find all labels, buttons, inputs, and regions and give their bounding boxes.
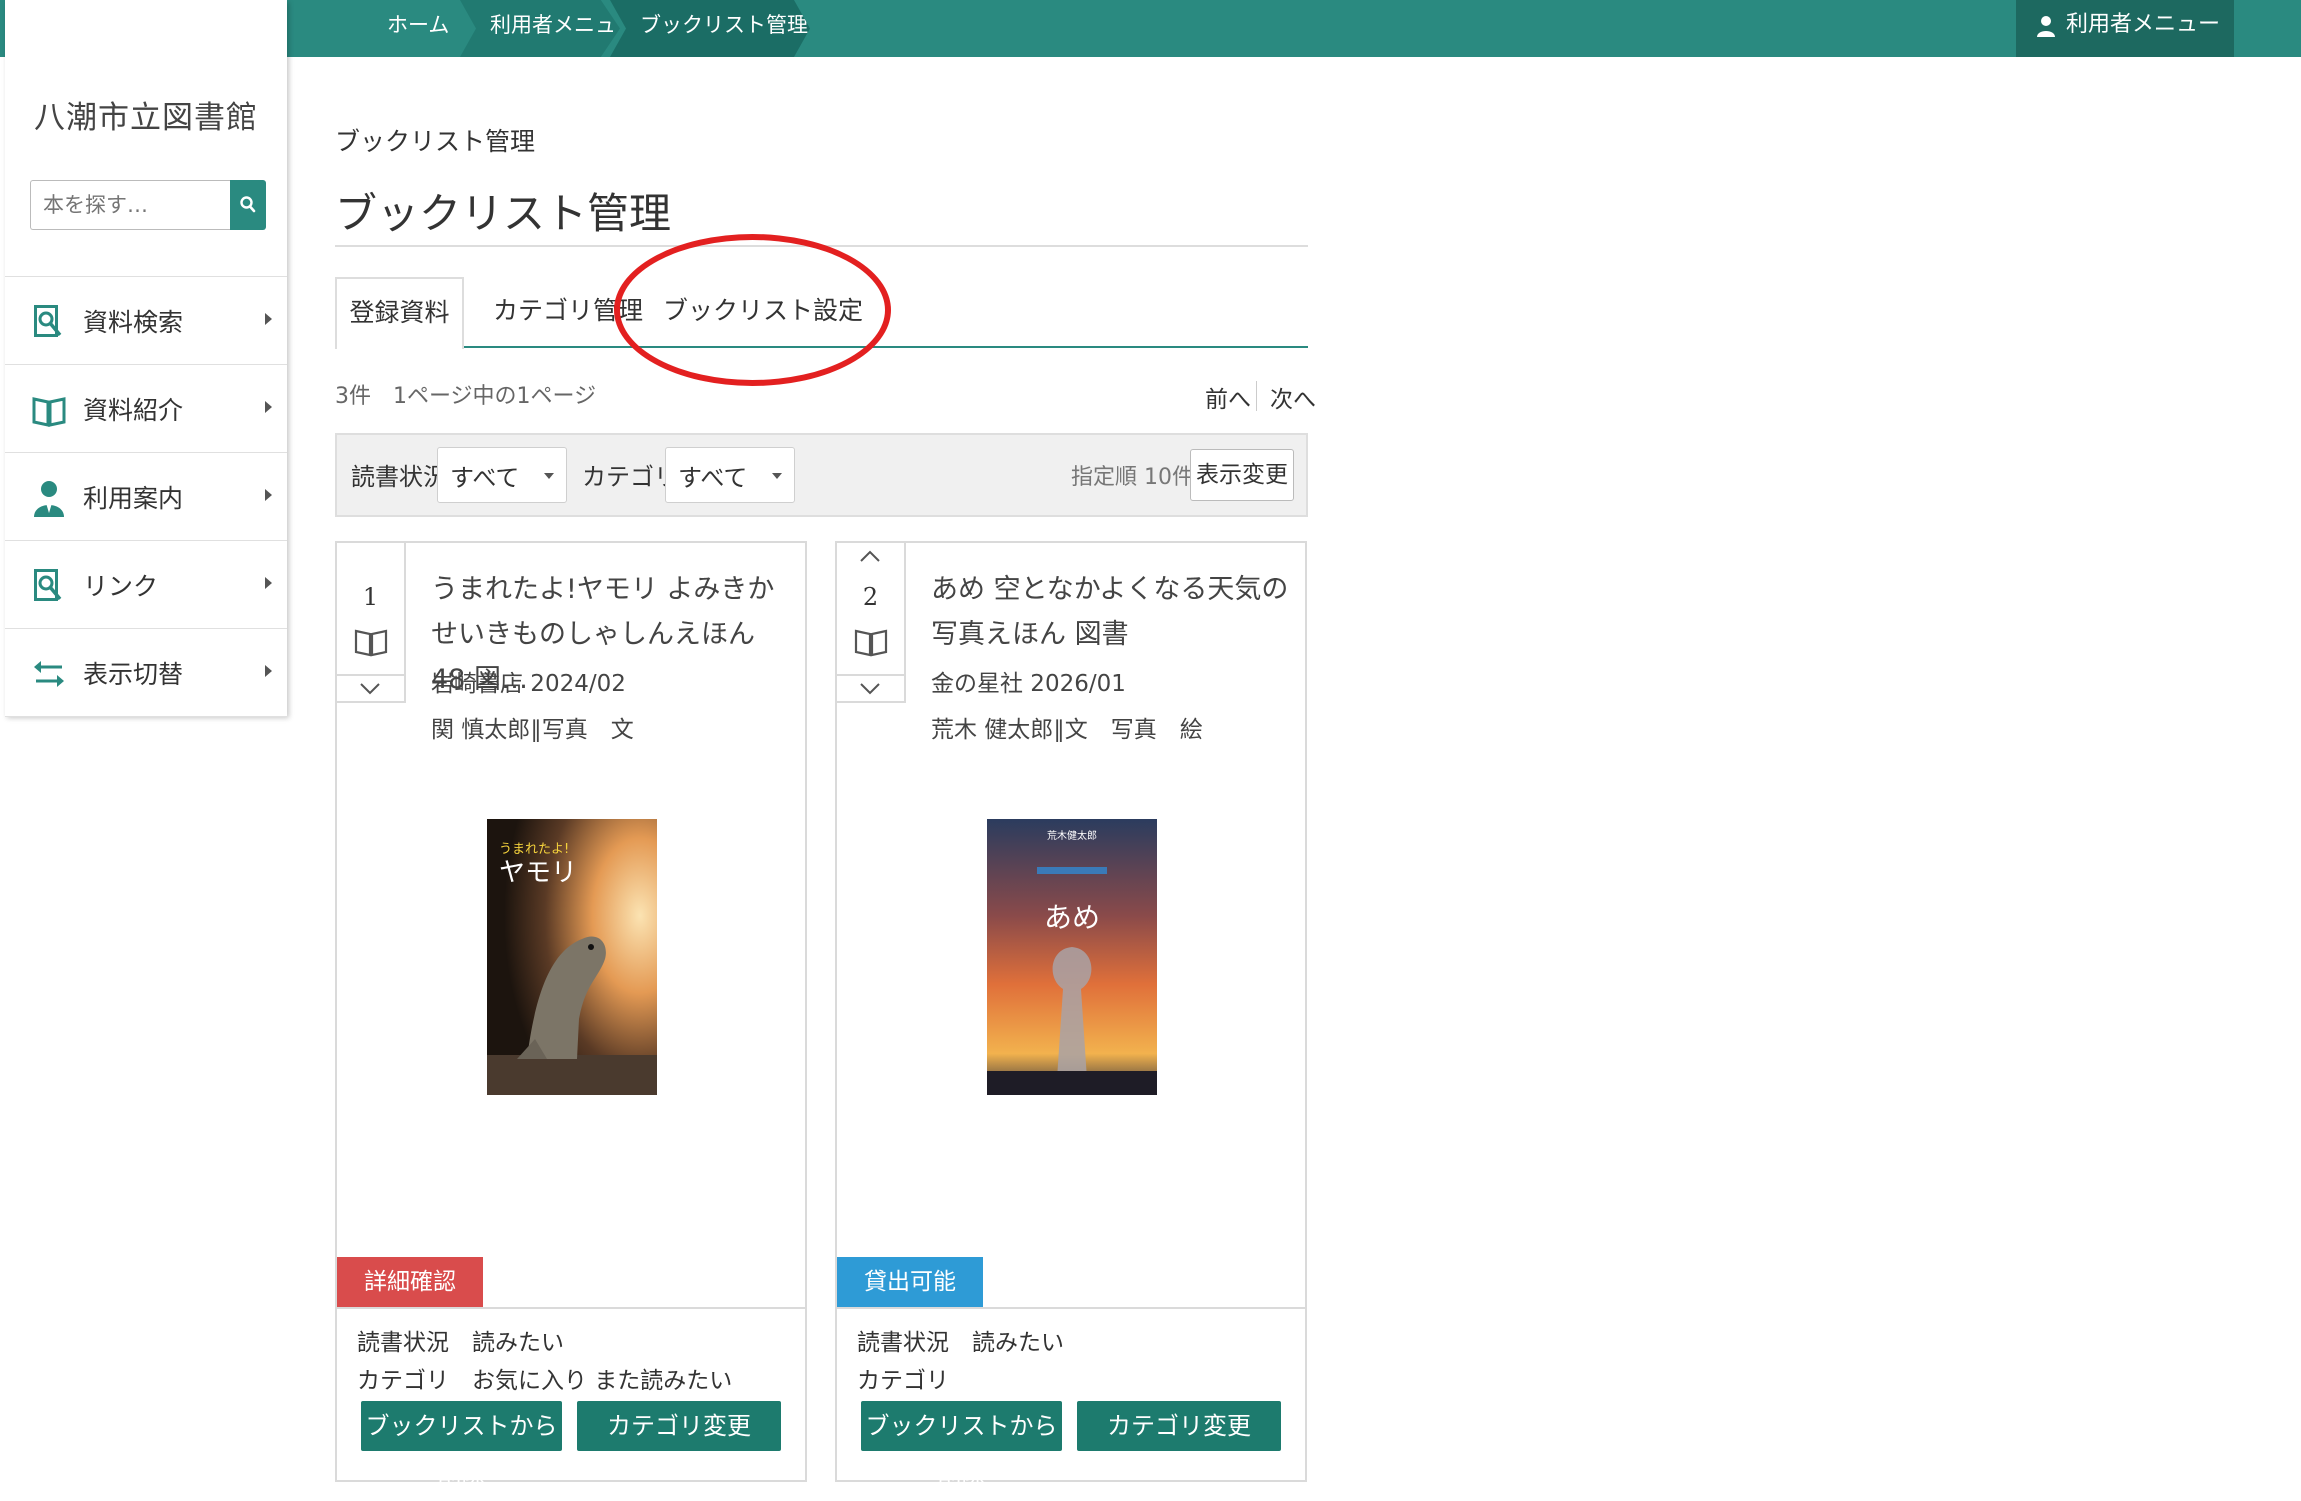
book-author: 荒木 健太郎∥文 写真 絵 xyxy=(931,717,1203,743)
chevron-right-icon xyxy=(265,665,272,677)
sidebar-item-links[interactable]: リンク xyxy=(5,541,287,629)
reading-status-label: 読書状況 xyxy=(351,463,447,491)
book-cover-image[interactable]: 荒木健太郎 あめ xyxy=(987,819,1157,1095)
sidebar-item-label: 資料検索 xyxy=(83,308,184,337)
breadcrumb-home[interactable]: ホーム xyxy=(387,0,449,50)
reading-status-value: すべて xyxy=(450,464,520,492)
sort-info[interactable]: 指定順 10件 xyxy=(1071,459,1194,491)
reading-status-text: 読書状況 読みたい xyxy=(857,1330,1064,1356)
remove-from-booklist-button[interactable]: ブックリストから削除 xyxy=(861,1401,1062,1490)
filter-bar: 読書状況 すべて カテゴリ すべて 指定順 10件 表示変更 xyxy=(335,433,1308,517)
breadcrumb-booklist[interactable]: ブックリスト管理 xyxy=(610,0,810,57)
user-icon xyxy=(2037,16,2055,37)
move-down-button[interactable] xyxy=(337,674,404,703)
chevron-down-icon xyxy=(544,473,554,479)
book-title-link[interactable]: あめ 空となかよくなる天気の写真えほん 図書 xyxy=(931,567,1291,657)
change-category-button[interactable]: カテゴリ変更 xyxy=(577,1401,781,1451)
library-name[interactable]: 八潮市立図書館 xyxy=(5,92,287,137)
cover-author: 荒木健太郎 xyxy=(1047,829,1097,842)
breadcrumb-user-menu[interactable]: 利用者メニュー xyxy=(460,0,620,57)
change-category-button[interactable]: カテゴリ変更 xyxy=(1077,1401,1281,1451)
chevron-right-icon xyxy=(265,401,272,413)
chevron-right-icon xyxy=(265,313,272,325)
sidebar-item-introduction[interactable]: 資料紹介 xyxy=(5,365,287,453)
remove-from-booklist-button[interactable]: ブックリストから削除 xyxy=(361,1401,562,1490)
chevron-right-icon xyxy=(265,489,272,501)
sidebar-item-search[interactable]: 資料検索 xyxy=(5,277,287,365)
annotation-circle xyxy=(614,234,891,386)
item-number: 1 xyxy=(362,583,379,611)
page-breadcrumb: ブックリスト管理 xyxy=(335,127,536,156)
swap-arrows-icon xyxy=(34,661,64,687)
book-card: 1 うまれたよ!ヤモリ よみきかせいきものしゃしんえほん 48 図… 岩崎書店 … xyxy=(335,541,807,1490)
order-column: 1 xyxy=(337,543,406,703)
cover-subtitle: うまれたよ! xyxy=(499,842,569,857)
open-book-icon[interactable] xyxy=(354,627,388,657)
sidebar: 八潮市立図書館 資料検索 資料紹介 xyxy=(5,0,287,717)
view-change-button[interactable]: 表示変更 xyxy=(1190,449,1294,501)
tab-registered-items[interactable]: 登録資料 xyxy=(335,277,464,349)
sidebar-item-display-toggle[interactable]: 表示切替 xyxy=(5,629,287,717)
pager-divider xyxy=(1256,381,1257,411)
item-number: 2 xyxy=(862,583,879,611)
sidebar-menu: 資料検索 資料紹介 利用案内 リンク 表示切替 xyxy=(5,276,287,717)
chevron-up-icon[interactable] xyxy=(859,549,881,563)
book-search-icon xyxy=(34,305,62,337)
chevron-right-icon xyxy=(265,577,272,589)
user-menu-button[interactable]: 利用者メニュー xyxy=(2016,0,2234,57)
open-book-icon[interactable] xyxy=(854,627,888,657)
result-count: 3件 1ページ中の1ページ xyxy=(335,384,597,409)
next-page-link[interactable]: 次へ xyxy=(1270,380,1316,414)
chevron-down-icon xyxy=(772,473,782,479)
chevron-down-icon xyxy=(860,683,880,695)
category-filter-label: カテゴリ xyxy=(582,463,678,491)
reading-status-text: 読書状況 読みたい xyxy=(357,1330,564,1356)
reading-status-select[interactable]: すべて xyxy=(437,447,567,503)
chevron-down-icon xyxy=(360,683,380,695)
book-author: 関 慎太郎∥写真 文 xyxy=(431,717,634,743)
sidebar-item-guide[interactable]: 利用案内 xyxy=(5,453,287,541)
user-menu-label: 利用者メニュー xyxy=(2066,12,2221,37)
book-publisher-date: 岩崎書店 2024/02 xyxy=(431,671,626,697)
person-icon xyxy=(34,481,64,517)
cover-title: ヤモリ xyxy=(499,858,577,888)
prev-page-link[interactable]: 前へ xyxy=(1205,380,1251,414)
sidebar-item-label: 利用案内 xyxy=(83,484,184,513)
book-search-icon xyxy=(34,569,62,601)
info-divider xyxy=(837,1307,1305,1309)
book-card: 2 あめ 空となかよくなる天気の写真えほん 図書 金の星社 2026/01 荒木… xyxy=(835,541,1307,1490)
sidebar-item-label: 資料紹介 xyxy=(83,396,184,425)
category-text: カテゴリ xyxy=(857,1368,949,1394)
sidebar-item-label: リンク xyxy=(83,572,159,601)
search-input[interactable] xyxy=(30,180,230,230)
page-title: ブックリスト管理 xyxy=(335,189,672,238)
sidebar-item-label: 表示切替 xyxy=(83,660,184,689)
category-filter-value: すべて xyxy=(678,464,748,492)
status-badge[interactable]: 詳細確認 xyxy=(337,1257,483,1307)
cover-title: あめ xyxy=(1044,901,1100,934)
open-book-icon xyxy=(32,397,66,427)
move-down-button[interactable] xyxy=(837,674,904,703)
info-divider xyxy=(337,1307,805,1309)
book-cover-image[interactable]: うまれたよ! ヤモリ xyxy=(487,819,657,1095)
search-button[interactable] xyxy=(230,180,266,230)
order-column: 2 xyxy=(837,543,906,703)
book-publisher-date: 金の星社 2026/01 xyxy=(931,671,1126,697)
status-badge[interactable]: 貸出可能 xyxy=(837,1257,983,1307)
category-text: カテゴリ お気に入り また読みたい xyxy=(357,1368,733,1394)
category-select[interactable]: すべて xyxy=(665,447,795,503)
search-icon xyxy=(240,196,256,213)
